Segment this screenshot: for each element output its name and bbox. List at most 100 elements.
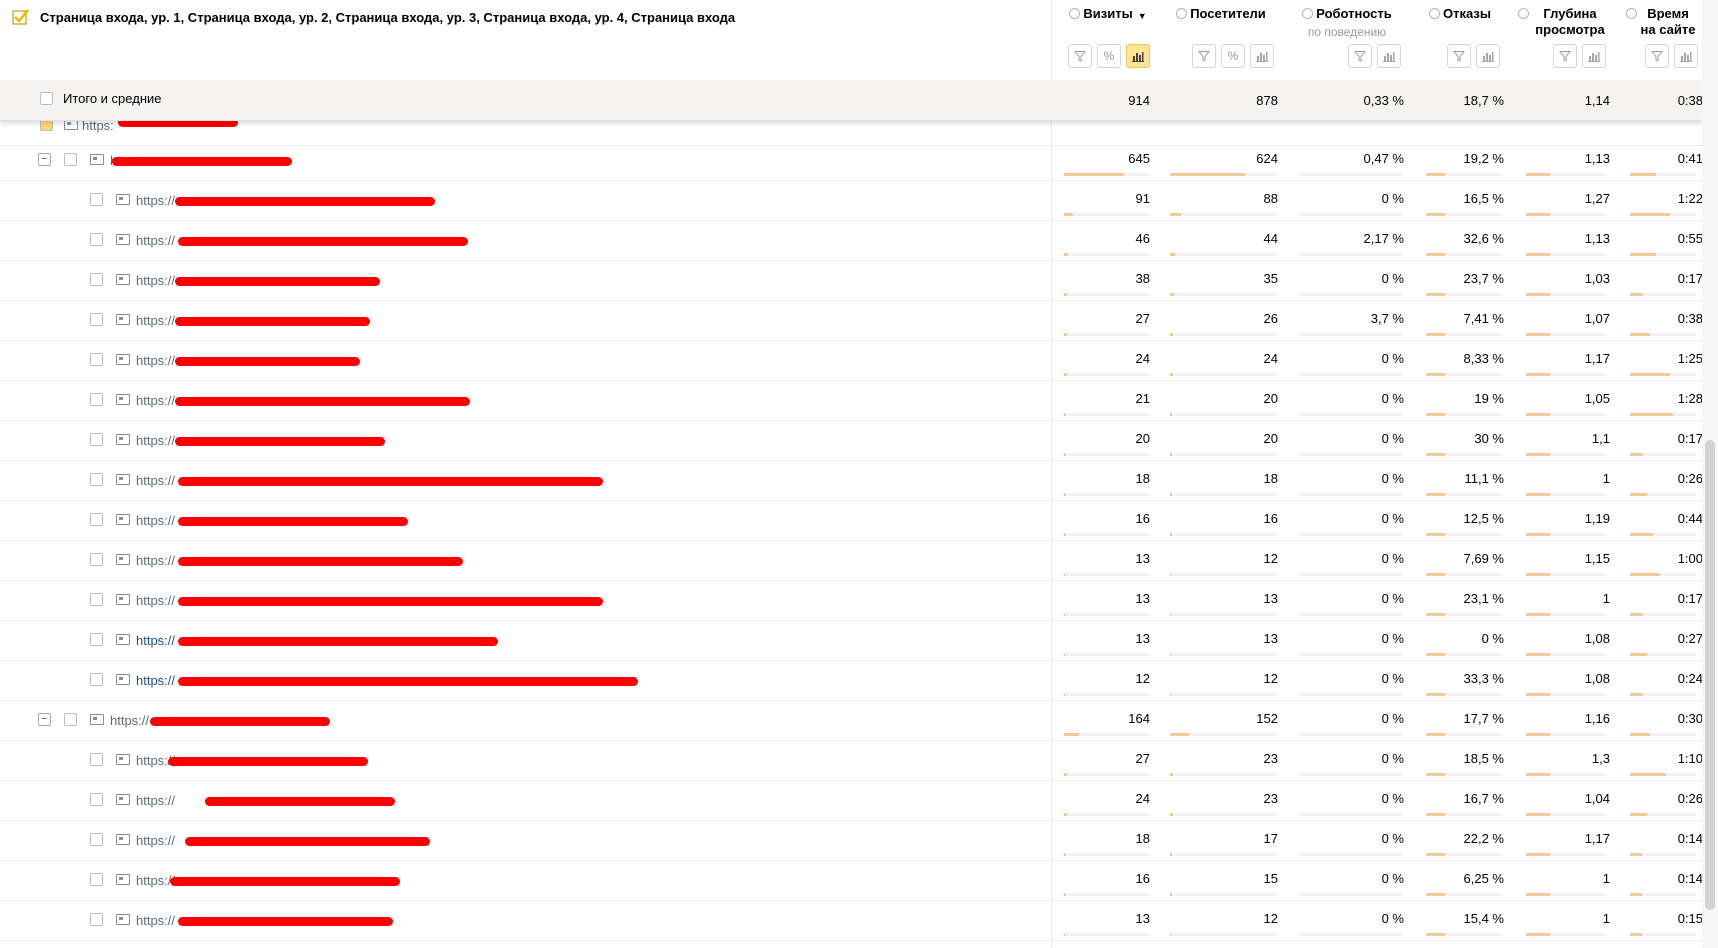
column-header-3[interactable]: Отказы	[1412, 6, 1508, 78]
row-url[interactable]: https://	[136, 553, 175, 568]
collapse-toggle[interactable]: −	[38, 713, 51, 726]
vertical-scrollbar[interactable]	[1702, 0, 1718, 948]
column-header-5[interactable]: Время на сайте	[1616, 6, 1706, 78]
row-url[interactable]: https://	[136, 193, 175, 208]
filter-icon[interactable]	[1192, 44, 1216, 68]
column-header-0[interactable]: Визиты ▼%	[1058, 6, 1158, 78]
column-title[interactable]: Глубина просмотра	[1532, 6, 1608, 38]
info-icon[interactable]	[1518, 8, 1529, 19]
filter-icon[interactable]	[1645, 44, 1669, 68]
row-checkbox[interactable]	[90, 633, 103, 646]
row-checkbox[interactable]	[90, 233, 103, 246]
row-url[interactable]: https://	[136, 273, 175, 288]
column-header-1[interactable]: Посетители%	[1160, 6, 1282, 78]
bar-chart-icon[interactable]	[1377, 44, 1401, 68]
column-title[interactable]: Визиты	[1083, 6, 1132, 22]
filter-icon[interactable]	[1447, 44, 1471, 68]
info-icon[interactable]	[1069, 8, 1081, 19]
table-row[interactable]: https://27 23 0 % 18,5 % 1,3 1:10	[0, 741, 1702, 781]
filter-icon[interactable]	[1553, 44, 1577, 68]
info-icon[interactable]	[1626, 8, 1637, 19]
column-title[interactable]: Время на сайте	[1640, 6, 1696, 38]
collapse-toggle[interactable]: −	[38, 153, 51, 166]
row-url[interactable]: https://	[136, 793, 175, 808]
table-row[interactable]: https:// 13 13 0 % 0 % 1,08 0:27	[0, 621, 1702, 661]
row-checkbox[interactable]	[90, 193, 103, 206]
table-row[interactable]: https:// 12 12 0 % 33,3 % 1,08 0:24	[0, 661, 1702, 701]
row-checkbox[interactable]	[90, 553, 103, 566]
scrollbar-thumb[interactable]	[1705, 440, 1715, 910]
bar-chart-icon[interactable]	[1476, 44, 1500, 68]
totals-checkbox[interactable]	[40, 92, 53, 105]
row-checkbox[interactable]	[64, 713, 77, 726]
column-title[interactable]: Роботность	[1316, 6, 1392, 22]
row-url[interactable]: https://	[136, 313, 175, 328]
percent-icon[interactable]: %	[1097, 44, 1121, 68]
table-row[interactable]: https:// 13 12 0 % 15,4 % 1 0:15	[0, 901, 1702, 941]
table-row[interactable]: − https:// 164 152 0 % 17,7 % 1,16 0:30	[0, 701, 1702, 741]
info-icon[interactable]	[1302, 8, 1314, 19]
info-icon[interactable]	[1176, 8, 1188, 19]
row-checkbox[interactable]	[90, 473, 103, 486]
row-url[interactable]: https://	[136, 633, 175, 648]
redaction-mark	[118, 121, 238, 127]
sort-arrow-icon[interactable]: ▼	[1138, 8, 1147, 24]
table-row[interactable]: https://16 15 0 % 6,25 % 1 0:14	[0, 861, 1702, 901]
table-row[interactable]: −ht6456240,47 %19,2 %1,130:41	[0, 141, 1702, 181]
bar-chart-icon[interactable]	[1250, 44, 1274, 68]
table-row[interactable]: https:// 38 35 0 % 23,7 % 1,03 0:17	[0, 261, 1702, 301]
table-row[interactable]: https:// 46 44 2,17 % 32,6 % 1,13 0:55	[0, 221, 1702, 261]
row-url[interactable]: https://	[110, 713, 149, 728]
check-icon[interactable]	[12, 8, 30, 26]
row-checkbox[interactable]	[40, 121, 53, 131]
row-url[interactable]: https://	[136, 393, 175, 408]
table-row[interactable]: https:// 13 13 0 % 23,1 % 1 0:17	[0, 581, 1702, 621]
column-header-4[interactable]: Глубина просмотра	[1512, 6, 1614, 78]
column-title[interactable]: Посетители	[1190, 6, 1266, 22]
percent-icon[interactable]: %	[1221, 44, 1245, 68]
row-url[interactable]: https:	[82, 121, 114, 133]
row-url[interactable]: https://	[136, 233, 175, 248]
row-checkbox[interactable]	[90, 793, 103, 806]
bar-chart-icon[interactable]	[1674, 44, 1698, 68]
row-checkbox[interactable]	[90, 873, 103, 886]
row-checkbox[interactable]	[90, 313, 103, 326]
filter-icon[interactable]	[1348, 44, 1372, 68]
table-row[interactable]: https:// 24 24 0 % 8,33 % 1,17 1:25	[0, 341, 1702, 381]
row-checkbox[interactable]	[90, 513, 103, 526]
table-row[interactable]: https:// 21 20 0 % 19 % 1,05 1:28	[0, 381, 1702, 421]
table-row[interactable]: https:// 18 18 0 % 11,1 % 1 0:26	[0, 461, 1702, 501]
column-title[interactable]: Отказы	[1443, 6, 1491, 22]
row-checkbox[interactable]	[90, 353, 103, 366]
row-checkbox[interactable]	[90, 593, 103, 606]
row-url[interactable]: https://	[136, 913, 175, 928]
row-url[interactable]: https://	[136, 673, 175, 688]
row-checkbox[interactable]	[90, 833, 103, 846]
row-checkbox[interactable]	[90, 393, 103, 406]
row-checkbox[interactable]	[64, 153, 77, 166]
row-url[interactable]: https://	[136, 433, 175, 448]
table-row[interactable]: https:// 24 23 0 % 16,7 % 1,04 0:26	[0, 781, 1702, 821]
dimensions-header[interactable]: Страница входа, ур. 1, Страница входа, у…	[12, 6, 1042, 28]
filter-icon[interactable]	[1068, 44, 1092, 68]
row-url[interactable]: https://	[136, 353, 175, 368]
table-row[interactable]: https:// 18 17 0 % 22,2 % 1,17 0:14	[0, 821, 1702, 861]
bar-chart-icon[interactable]	[1126, 44, 1150, 68]
row-url[interactable]: https://	[136, 473, 175, 488]
bar-chart-icon[interactable]	[1582, 44, 1606, 68]
row-url[interactable]: https://	[136, 833, 175, 848]
row-checkbox[interactable]	[90, 673, 103, 686]
info-icon[interactable]	[1429, 8, 1441, 19]
row-checkbox[interactable]	[90, 273, 103, 286]
table-row[interactable]: https:// 27 26 3,7 % 7,41 % 1,07 0:38	[0, 301, 1702, 341]
row-checkbox[interactable]	[90, 433, 103, 446]
row-url[interactable]: https://	[136, 593, 175, 608]
table-row[interactable]: https:// 20 20 0 % 30 % 1,1 0:17	[0, 421, 1702, 461]
row-url[interactable]: https://	[136, 513, 175, 528]
row-checkbox[interactable]	[90, 753, 103, 766]
column-header-2[interactable]: Роботность по поведению	[1285, 6, 1409, 78]
table-row[interactable]: https:// 16 16 0 % 12,5 % 1,19 0:44	[0, 501, 1702, 541]
table-row[interactable]: https:// 13 12 0 % 7,69 % 1,15 1:00	[0, 541, 1702, 581]
table-row[interactable]: https:// 91 88 0 % 16,5 % 1,27 1:22	[0, 181, 1702, 221]
row-checkbox[interactable]	[90, 913, 103, 926]
